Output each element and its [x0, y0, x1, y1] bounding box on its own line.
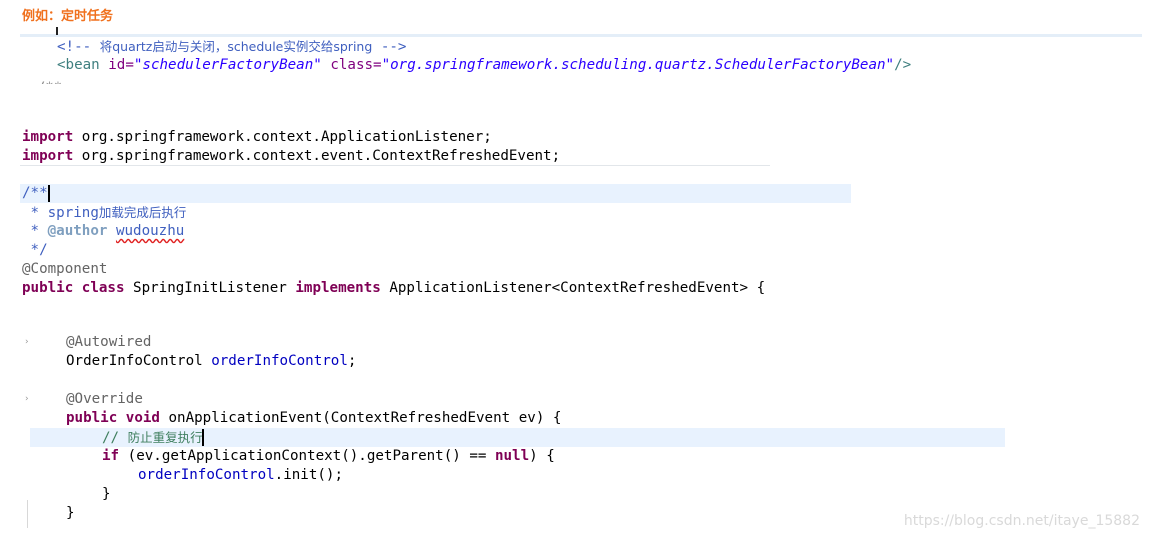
text-cursor — [56, 27, 58, 35]
watermark: https://blog.csdn.net/itaye_15882 — [903, 513, 1140, 529]
xml-comment-line: <!-- 将quartz启动与关闭，schedule实例交给spring --> — [57, 39, 407, 55]
javadoc-line-1: * spring加载完成后执行 — [22, 205, 187, 221]
import-line-1: import org.springframework.context.Appli… — [22, 129, 492, 145]
text-caret — [48, 185, 50, 202]
javadoc-close: */ — [22, 242, 48, 258]
javadoc-open: /** — [22, 185, 48, 201]
line-comment: // 防止重复执行 — [102, 430, 203, 446]
section-heading: 例如：定时任务 — [22, 9, 114, 24]
init-call: orderInfoControl.init(); — [138, 467, 344, 483]
component-annotation: @Component — [22, 261, 108, 277]
current-line-highlight — [20, 184, 851, 203]
javadoc-author: * @author wudouzhu — [22, 223, 185, 239]
gutter-line — [27, 500, 28, 528]
override-annotation: @Override — [66, 391, 143, 407]
field-declaration: OrderInfoControl orderInfoControl; — [66, 353, 357, 369]
text-caret — [202, 429, 204, 446]
method-declaration: public void onApplicationEvent(ContextRe… — [66, 410, 562, 426]
import-line-2: import org.springframework.context.event… — [22, 148, 561, 164]
fold-marker[interactable]: › — [25, 337, 29, 347]
class-declaration: public class SpringInitListener implemen… — [22, 280, 766, 296]
autowired-annotation: @Autowired — [66, 334, 152, 350]
if-statement: if (ev.getApplicationContext().getParent… — [102, 448, 555, 464]
method-closing-brace: } — [66, 505, 75, 521]
if-closing-brace: } — [102, 486, 111, 502]
fold-marker[interactable]: › — [25, 394, 29, 404]
cut-line-top: /** — [20, 80, 87, 84]
xml-bean-line: <bean id="schedulerFactoryBean" class="o… — [57, 57, 912, 73]
cut-line-mid: ... — [20, 122, 753, 126]
